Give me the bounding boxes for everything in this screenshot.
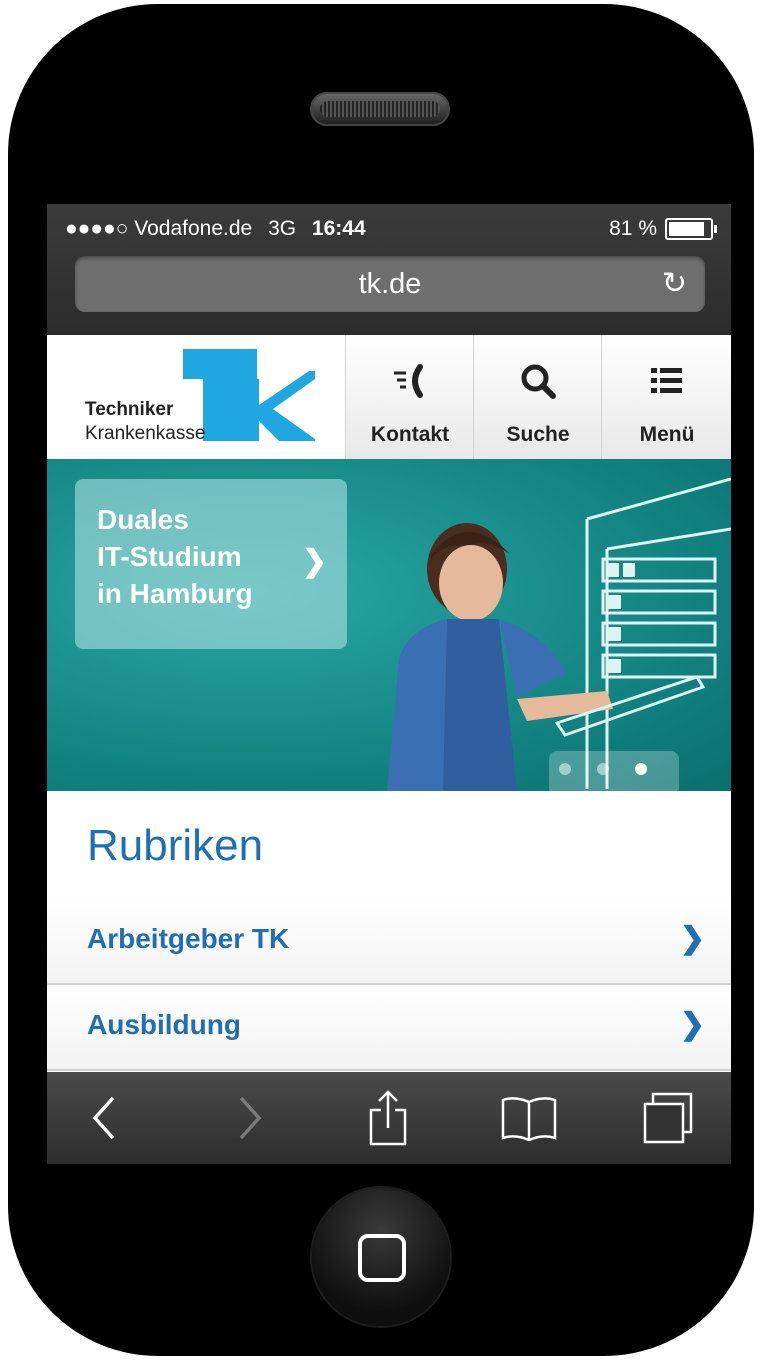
nav-menu-label: Menü <box>639 423 695 446</box>
address-bar[interactable]: tk.de ↻ <box>75 256 705 312</box>
promo-line2: IT-Studium <box>97 541 242 572</box>
promo-card[interactable]: Duales IT-Studium in Hamburg ❯ <box>75 479 347 649</box>
carousel-pagination[interactable] <box>549 751 679 791</box>
back-icon[interactable] <box>83 1088 123 1148</box>
forward-icon[interactable] <box>231 1088 271 1148</box>
hero-banner[interactable]: Duales IT-Studium in Hamburg ❯ <box>47 459 731 791</box>
carrier-name: Vodafone.de <box>134 217 253 240</box>
share-icon[interactable] <box>363 1088 413 1148</box>
nav-kontakt-label: Kontakt <box>370 423 450 446</box>
speaker-grill <box>310 92 450 126</box>
url-text: tk.de <box>358 268 422 300</box>
screen: ●●●●○ Vodafone.de 3G 16:44 81 % tk.de ↻ <box>47 204 731 1164</box>
battery-icon <box>665 218 717 240</box>
menu-list-icon <box>602 361 731 401</box>
network-type: 3G <box>268 217 297 240</box>
carousel-dot[interactable] <box>559 763 571 775</box>
list-item-arbeitgeber[interactable]: Arbeitgeber TK ❯ <box>47 899 731 985</box>
battery-percent: 81 % <box>609 217 657 240</box>
carousel-dot-active[interactable] <box>635 763 647 775</box>
phone-frame: ●●●●○ Vodafone.de 3G 16:44 81 % tk.de ↻ <box>8 4 754 1356</box>
promo-line1: Duales <box>97 504 189 535</box>
chevron-right-icon: ❯ <box>679 922 705 955</box>
tabs-icon[interactable] <box>639 1088 699 1148</box>
section-title: Rubriken <box>87 821 264 870</box>
bookmarks-icon[interactable] <box>499 1088 559 1148</box>
logo-line1: Techniker <box>85 399 174 420</box>
nav-suche-label: Suche <box>506 423 570 446</box>
status-bar: ●●●●○ Vodafone.de 3G 16:44 81 % <box>47 204 731 254</box>
status-time: 16:44 <box>311 217 366 240</box>
list-item-label: Ausbildung <box>87 1009 241 1040</box>
reload-icon[interactable]: ↻ <box>662 256 687 312</box>
phone-icon <box>346 361 474 401</box>
promo-line3: in Hamburg <box>97 578 253 609</box>
nav-suche-button[interactable]: Suche <box>473 335 602 459</box>
browser-toolbar <box>47 1072 731 1164</box>
carousel-dot[interactable] <box>597 763 609 775</box>
list-item-label: Arbeitgeber TK <box>87 923 290 954</box>
logo-line2: Krankenkasse <box>85 423 206 444</box>
list-item-ausbildung[interactable]: Ausbildung ❯ <box>47 985 731 1071</box>
chevron-right-icon: ❯ <box>679 1008 705 1041</box>
chevron-right-icon: ❯ <box>301 545 327 578</box>
signal-indicator: ●●●●○ <box>65 217 129 240</box>
browser-top-bar: ●●●●○ Vodafone.de 3G 16:44 81 % tk.de ↻ <box>47 204 731 335</box>
nav-menu-button[interactable]: Menü <box>601 335 731 459</box>
tk-logo[interactable]: Techniker Krankenkasse <box>47 335 345 459</box>
search-icon <box>474 361 602 401</box>
section-header: Rubriken <box>47 791 731 901</box>
home-square-icon <box>358 1234 406 1282</box>
home-button[interactable] <box>312 1188 450 1326</box>
nav-kontakt-button[interactable]: Kontakt <box>345 335 474 459</box>
site-header: Techniker Krankenkasse Kontakt Suche Men… <box>47 335 731 460</box>
